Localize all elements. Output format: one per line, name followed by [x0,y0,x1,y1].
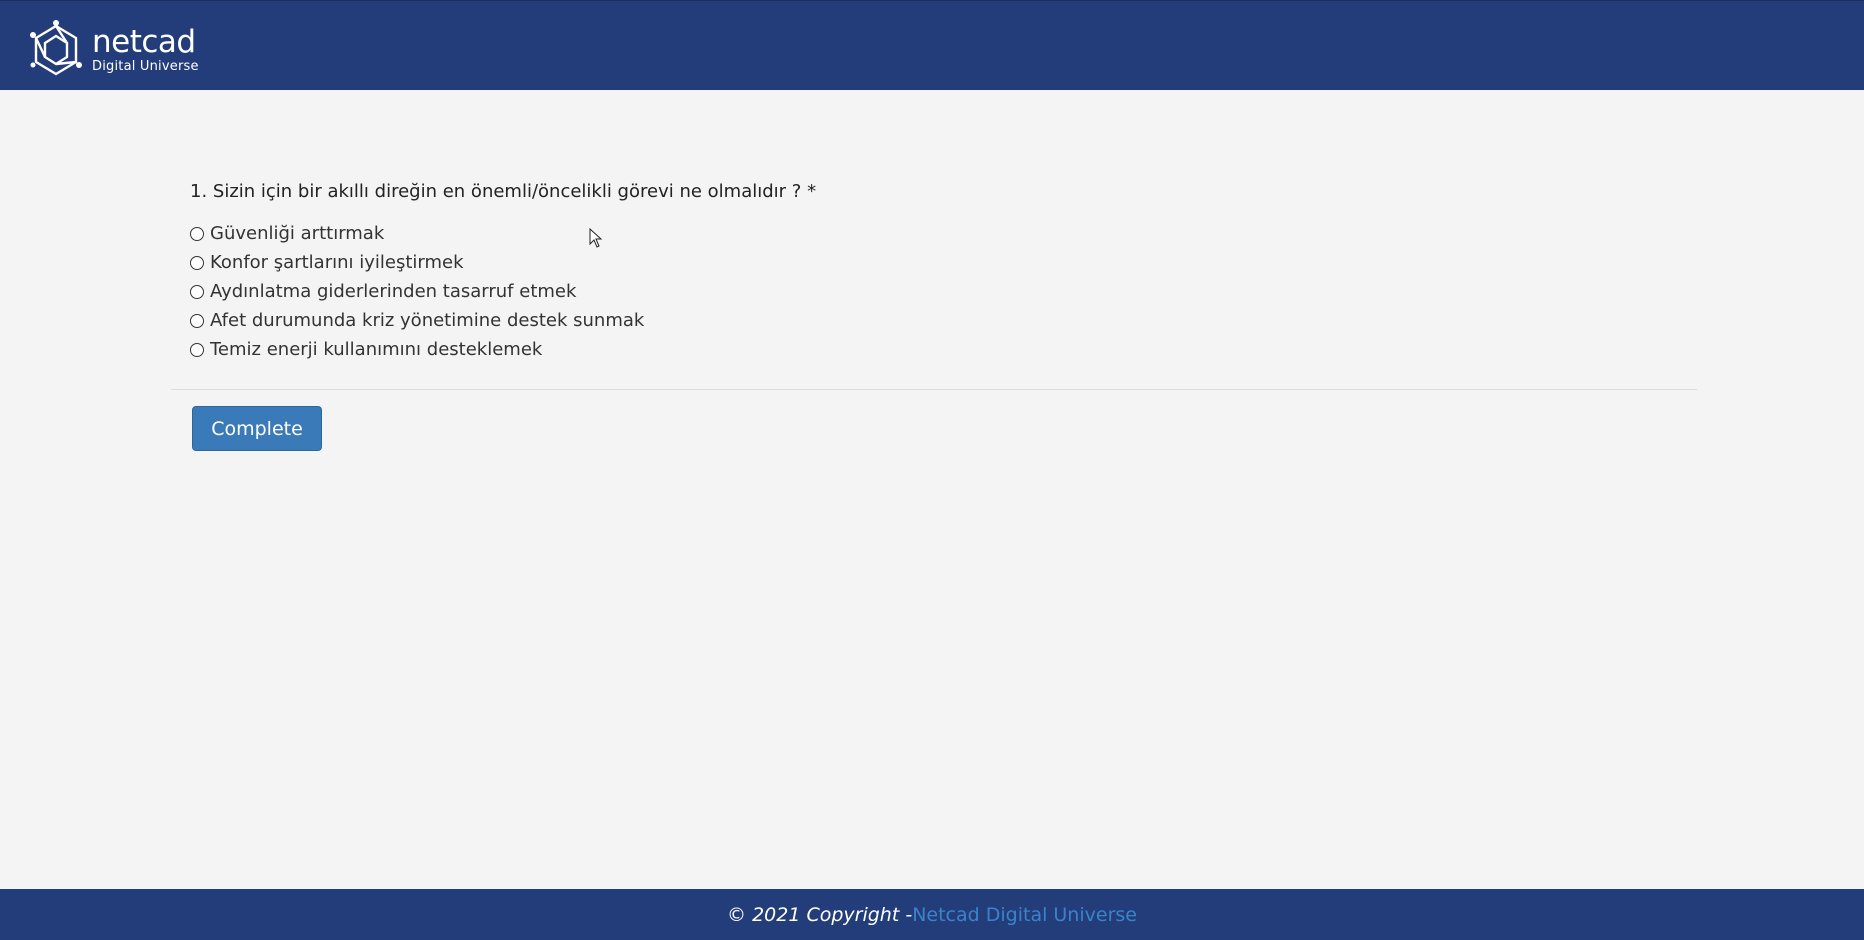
radio-option[interactable]: Afet durumunda kriz yönetimine destek su… [190,306,644,335]
radio-option-label: Güvenliği arttırmak [210,223,385,244]
radio-button[interactable] [190,284,204,299]
top-header: netcad Digital Universe [0,0,1864,90]
question-title: 1. Sizin için bir akıllı direğin en önem… [190,181,817,202]
radio-button[interactable] [190,255,204,270]
section-divider [171,389,1697,390]
radio-button[interactable] [190,313,204,328]
netcad-logo[interactable]: netcad Digital Universe [28,20,199,80]
radio-option[interactable]: Temiz enerji kullanımını desteklemek [190,335,644,364]
radio-option-label: Konfor şartlarını iyileştirmek [210,252,464,273]
radio-button[interactable] [190,226,204,241]
radio-option[interactable]: Güvenliği arttırmak [190,219,644,248]
radio-option-label: Temiz enerji kullanımını desteklemek [210,339,543,360]
complete-button[interactable]: Complete [192,406,322,451]
netcad-hexagon-logo-icon [30,20,82,76]
radio-option[interactable]: Konfor şartlarını iyileştirmek [190,248,644,277]
radio-group: Güvenliği arttırmak Konfor şartlarını iy… [190,219,644,364]
radio-button[interactable] [190,342,204,357]
footer-link[interactable]: Netcad Digital Universe [912,904,1137,926]
logo-subtitle: Digital Universe [92,59,199,74]
footer: © 2021 Copyright - Netcad Digital Univer… [0,889,1864,940]
radio-option[interactable]: Aydınlatma giderlerinden tasarruf etmek [190,277,644,306]
footer-copyright: © 2021 Copyright - [727,903,913,926]
mouse-cursor-icon [589,228,603,248]
logo-name: netcad [92,24,196,60]
radio-option-label: Afet durumunda kriz yönetimine destek su… [210,310,645,331]
radio-option-label: Aydınlatma giderlerinden tasarruf etmek [210,281,577,302]
